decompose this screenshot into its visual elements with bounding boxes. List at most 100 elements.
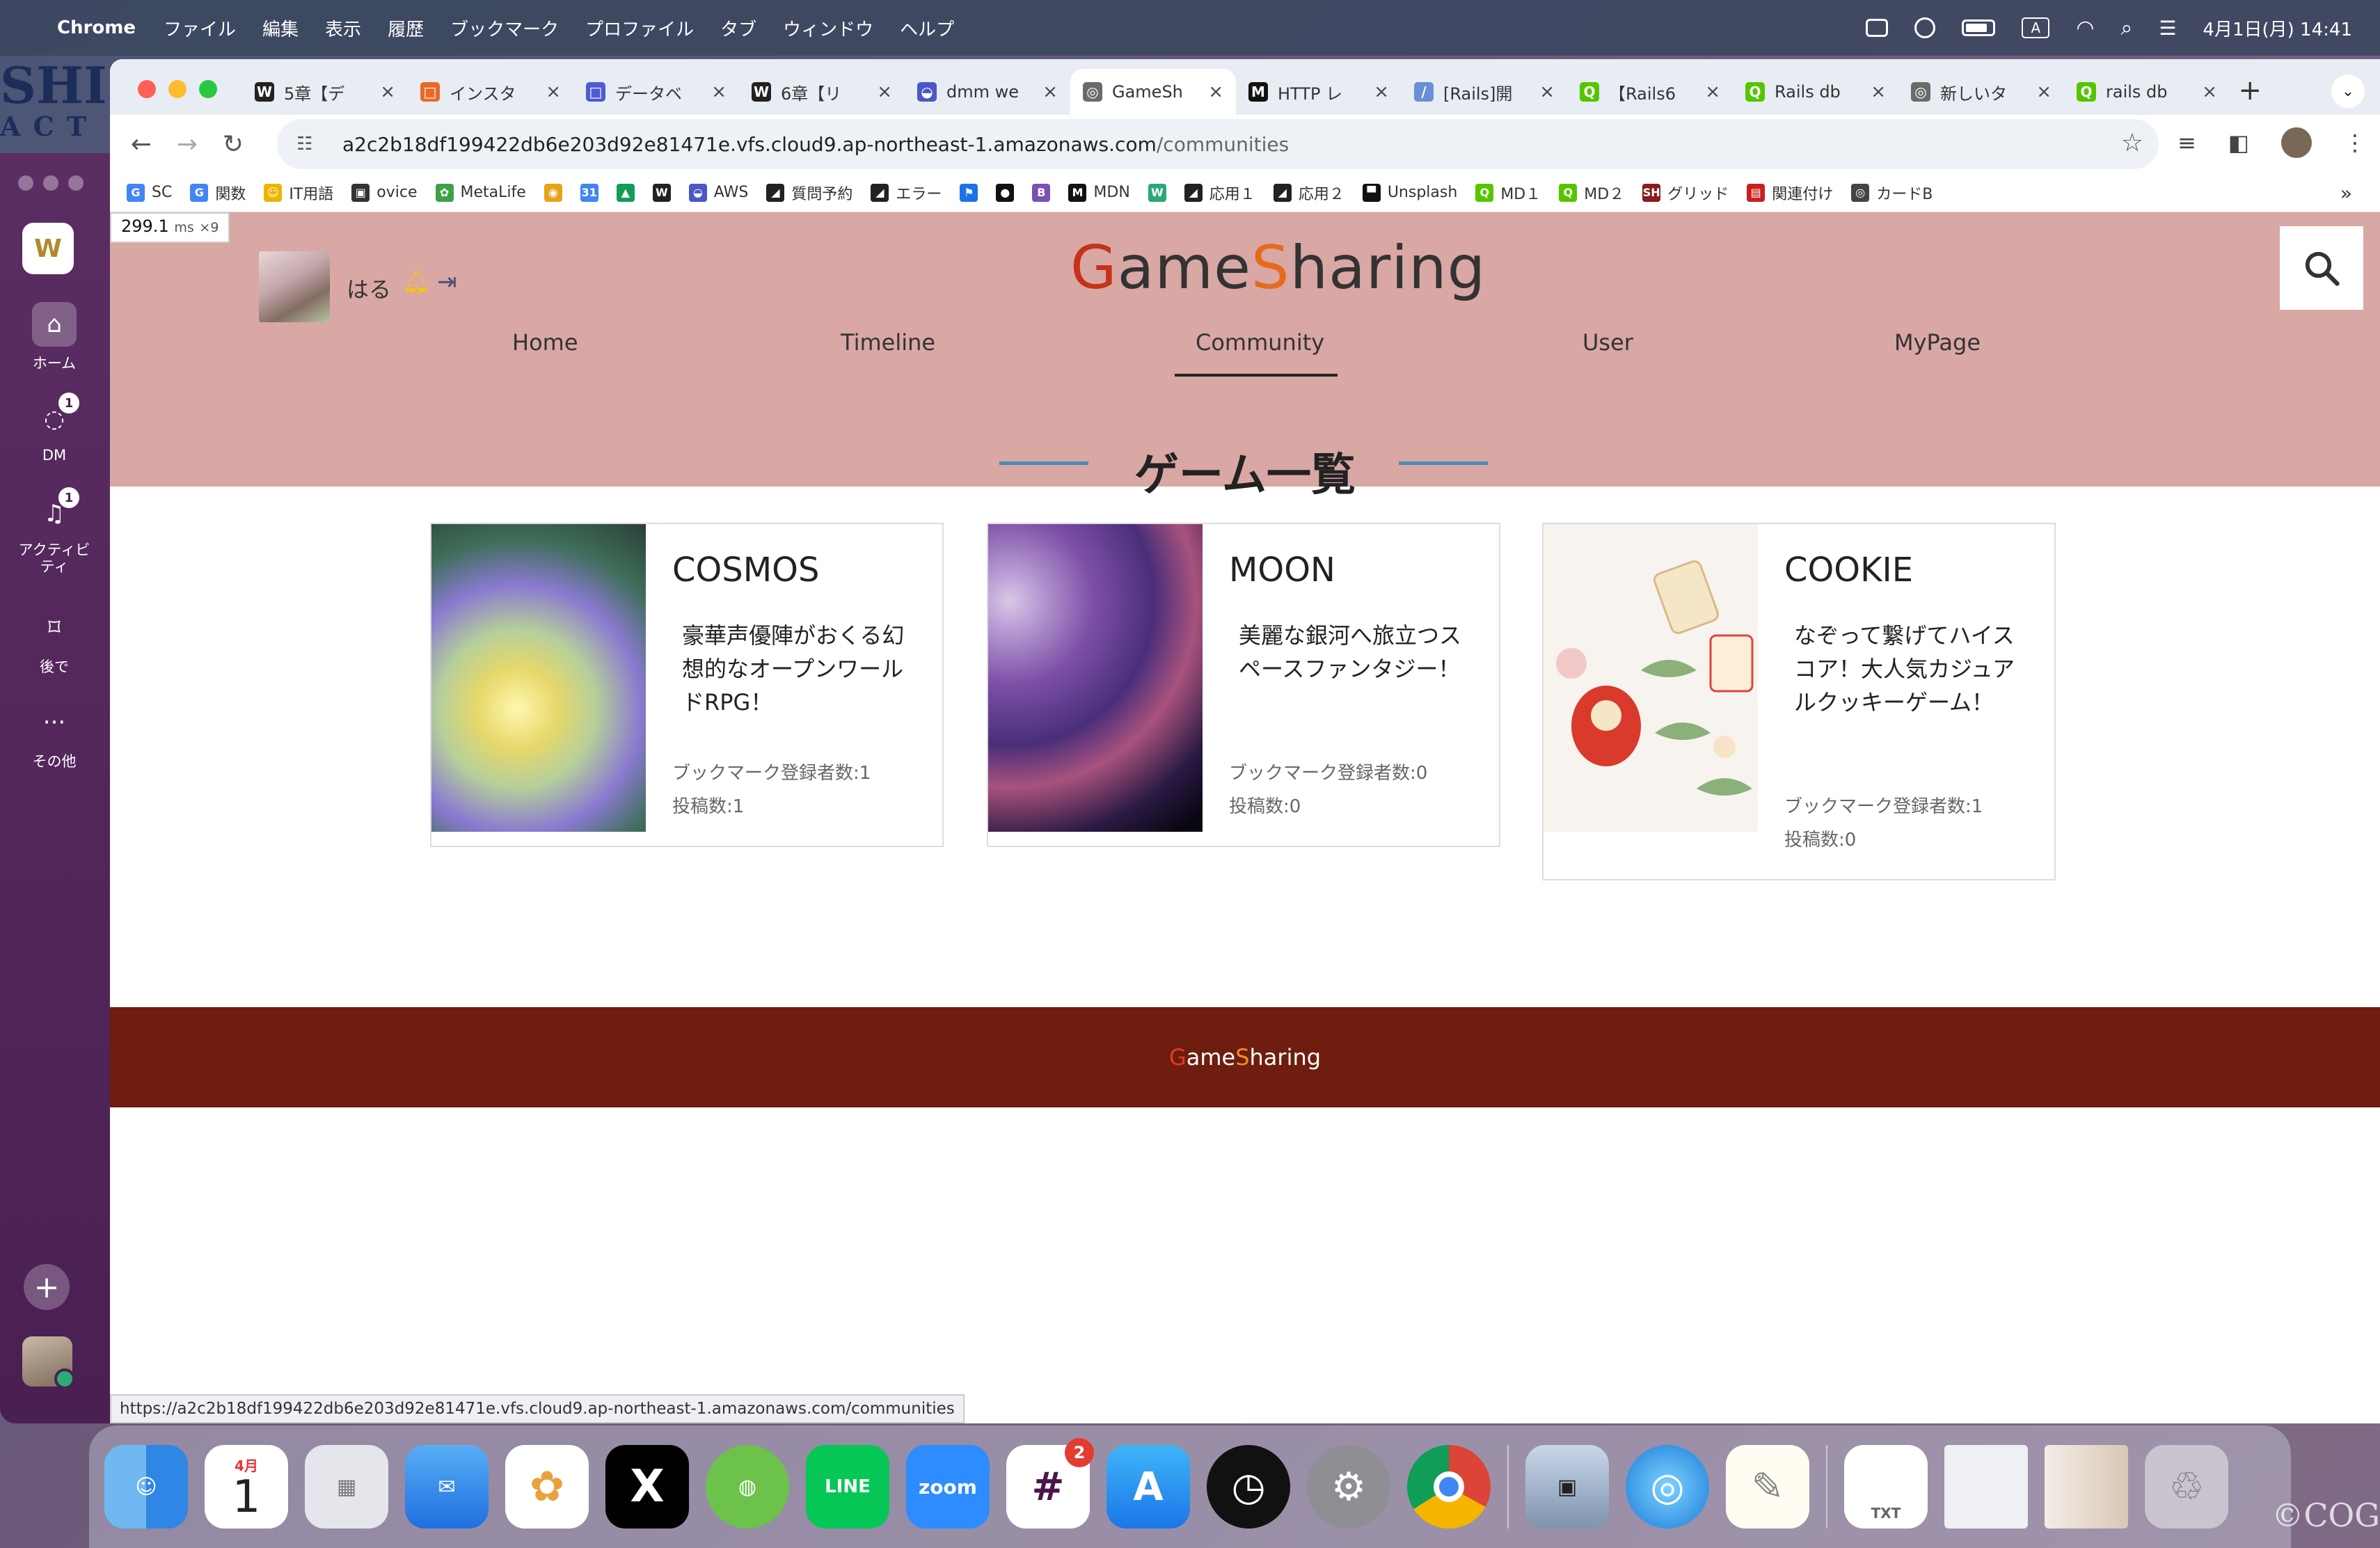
game-thumbnail[interactable] bbox=[431, 524, 646, 832]
bookmark-item[interactable]: ◎ カードB bbox=[1851, 182, 1933, 204]
nav-home[interactable]: Home bbox=[512, 329, 578, 356]
screenshot-icon[interactable] bbox=[1944, 1445, 2028, 1529]
menu-profile[interactable]: プロファイル bbox=[585, 15, 694, 41]
browser-tab[interactable]: Qrails db × bbox=[2064, 69, 2230, 115]
clock-icon[interactable]: ◷ bbox=[1207, 1445, 1290, 1529]
close-tab-icon[interactable]: × bbox=[1705, 81, 1720, 102]
play-icon[interactable] bbox=[1914, 17, 1936, 38]
chevron-down-icon[interactable]: ⌄ bbox=[2331, 74, 2365, 108]
menu-edit[interactable]: 編集 bbox=[262, 15, 299, 41]
bookmark-item[interactable]: ☺ IT用語 bbox=[264, 182, 333, 204]
site-info-icon[interactable]: ☷ bbox=[296, 134, 324, 155]
chatgpt-icon[interactable]: ◍ bbox=[706, 1445, 789, 1529]
line-icon[interactable]: LINE bbox=[806, 1445, 889, 1529]
reading-list-icon[interactable]: ≡ bbox=[2177, 129, 2196, 156]
bookmark-item[interactable]: ▣ ovice bbox=[351, 183, 418, 202]
menu-file[interactable]: ファイル bbox=[164, 15, 236, 41]
bookmark-item[interactable]: Q MD１ bbox=[1475, 182, 1541, 204]
close-tab-icon[interactable]: × bbox=[2202, 81, 2217, 102]
bookmark-item[interactable]: ◉ bbox=[544, 183, 562, 202]
kebab-menu-icon[interactable]: ⋮ bbox=[2344, 129, 2366, 156]
browser-tab[interactable]: / [Rails]開 × bbox=[1402, 69, 1567, 115]
bookmark-item[interactable]: B bbox=[1032, 183, 1051, 202]
nav-timeline[interactable]: Timeline bbox=[841, 329, 935, 356]
calendar-icon[interactable]: 4月 1 bbox=[205, 1445, 288, 1529]
settings-icon[interactable]: ⚙ bbox=[1307, 1445, 1390, 1529]
nav-community[interactable]: Community bbox=[1196, 329, 1324, 356]
bookmark-item[interactable]: ◒ AWS bbox=[688, 183, 748, 202]
game-name[interactable]: COSMOS bbox=[672, 551, 819, 590]
bookmark-item[interactable]: ◢ 応用１ bbox=[1184, 182, 1255, 204]
wifi-icon[interactable]: ◠ bbox=[2076, 16, 2094, 40]
control-center-icon[interactable]: ☰ bbox=[2159, 17, 2176, 40]
window-icon[interactable] bbox=[2045, 1445, 2128, 1529]
txt-file-icon[interactable]: TXT bbox=[1844, 1445, 1928, 1529]
browser-tab[interactable]: □ データベ × bbox=[573, 69, 739, 115]
menu-window[interactable]: ウィンドウ bbox=[783, 15, 873, 41]
close-tab-icon[interactable]: × bbox=[1374, 81, 1389, 102]
input-mode-indicator[interactable]: A bbox=[2022, 17, 2050, 38]
close-tab-icon[interactable]: × bbox=[380, 81, 395, 102]
browser-tab[interactable]: ◎ GameSh × bbox=[1070, 69, 1236, 115]
close-tab-icon[interactable]: × bbox=[1539, 81, 1555, 102]
game-card-cookie[interactable]: COOKIE なぞって繋げてハイスコア！大人気カジュアルクッキーゲーム！ ブック… bbox=[1542, 523, 2056, 880]
bookmark-item[interactable]: SH グリッド bbox=[1642, 182, 1729, 204]
menu-app-name[interactable]: Chrome bbox=[57, 17, 136, 38]
game-card-cosmos[interactable]: COSMOS 豪華声優陣がおくる幻想的なオープンワールドRPG！ ブックマーク登… bbox=[430, 523, 944, 847]
photos-icon[interactable]: ✿ bbox=[505, 1445, 589, 1529]
address-bar[interactable]: ☷ a2c2b18df199422db6e203d92e81471e.vfs.c… bbox=[277, 119, 2159, 169]
zoom-window-button[interactable] bbox=[199, 80, 217, 98]
appstore-icon[interactable]: A bbox=[1106, 1445, 1190, 1529]
game-name[interactable]: MOON bbox=[1229, 551, 1335, 590]
profile-avatar[interactable] bbox=[2281, 127, 2312, 158]
close-tab-icon[interactable]: × bbox=[1208, 81, 1223, 102]
browser-tab[interactable]: W 6章【リ × bbox=[739, 69, 905, 115]
forward-button[interactable]: → bbox=[164, 130, 210, 159]
browser-tab[interactable]: □ インスタ × bbox=[408, 69, 573, 115]
new-tab-button[interactable]: + bbox=[2238, 74, 2262, 106]
menu-help[interactable]: ヘルプ bbox=[900, 15, 954, 41]
bookmark-item[interactable]: ⚑ bbox=[960, 183, 978, 202]
bookmark-item[interactable]: ◢ 応用２ bbox=[1273, 182, 1344, 204]
network-icon[interactable]: ◎ bbox=[1626, 1445, 1709, 1529]
close-window-button[interactable] bbox=[138, 80, 156, 98]
bookmark-item[interactable]: ▲ bbox=[616, 183, 635, 202]
back-button[interactable]: ← bbox=[118, 130, 164, 159]
menu-bookmarks[interactable]: ブックマーク bbox=[450, 15, 559, 41]
menu-history[interactable]: 履歴 bbox=[388, 15, 424, 41]
menubar-clock[interactable]: 4月1日(月) 14:41 bbox=[2203, 15, 2352, 41]
launchpad-icon[interactable]: ▦ bbox=[305, 1445, 388, 1529]
slack-nav-later[interactable]: ⌑ 後で bbox=[6, 606, 103, 677]
close-tab-icon[interactable]: × bbox=[1871, 81, 1886, 102]
finder-icon[interactable]: ☺ bbox=[104, 1445, 188, 1529]
browser-tab[interactable]: ◎ 新しいタ × bbox=[1898, 69, 2064, 115]
bookmark-item[interactable]: ✿ MetaLife bbox=[435, 183, 526, 202]
bookmark-item[interactable]: ◢ 質問予約 bbox=[766, 182, 852, 204]
minimize-window-button[interactable] bbox=[168, 80, 187, 98]
bookmark-item[interactable]: 31 bbox=[580, 183, 598, 202]
spotlight-icon[interactable]: ⌕ bbox=[2121, 16, 2133, 40]
search-button[interactable] bbox=[2280, 226, 2363, 310]
add-workspace-button[interactable]: + bbox=[24, 1264, 70, 1310]
close-tab-icon[interactable]: × bbox=[877, 81, 892, 102]
user-avatar[interactable] bbox=[259, 251, 330, 322]
browser-tab[interactable]: Q 【Rails6 × bbox=[1567, 69, 1733, 115]
bookmark-item[interactable]: W bbox=[1148, 183, 1166, 202]
site-logo[interactable]: GameSharing bbox=[1070, 233, 1485, 303]
avatar[interactable] bbox=[22, 1336, 75, 1389]
reload-button[interactable]: ↻ bbox=[210, 130, 256, 159]
bookmark-item[interactable]: W bbox=[652, 183, 671, 202]
bookmark-item[interactable]: ▀ Unsplash bbox=[1362, 183, 1457, 202]
menu-tab[interactable]: タブ bbox=[720, 15, 756, 41]
close-tab-icon[interactable]: × bbox=[546, 81, 561, 102]
bookmark-item[interactable]: M MDN bbox=[1068, 183, 1130, 202]
game-name[interactable]: COOKIE bbox=[1784, 551, 1913, 590]
bookmark-item[interactable]: ▤ 関連付け bbox=[1747, 182, 1833, 204]
zoom-icon[interactable]: zoom bbox=[906, 1445, 990, 1529]
menu-view[interactable]: 表示 bbox=[325, 15, 361, 41]
game-thumbnail[interactable] bbox=[988, 524, 1203, 832]
close-tab-icon[interactable]: × bbox=[1042, 81, 1058, 102]
bookmark-item[interactable]: ◢ エラー bbox=[871, 182, 942, 204]
screen-share-icon[interactable] bbox=[1866, 19, 1889, 37]
bookmark-item[interactable]: ● bbox=[996, 183, 1015, 202]
